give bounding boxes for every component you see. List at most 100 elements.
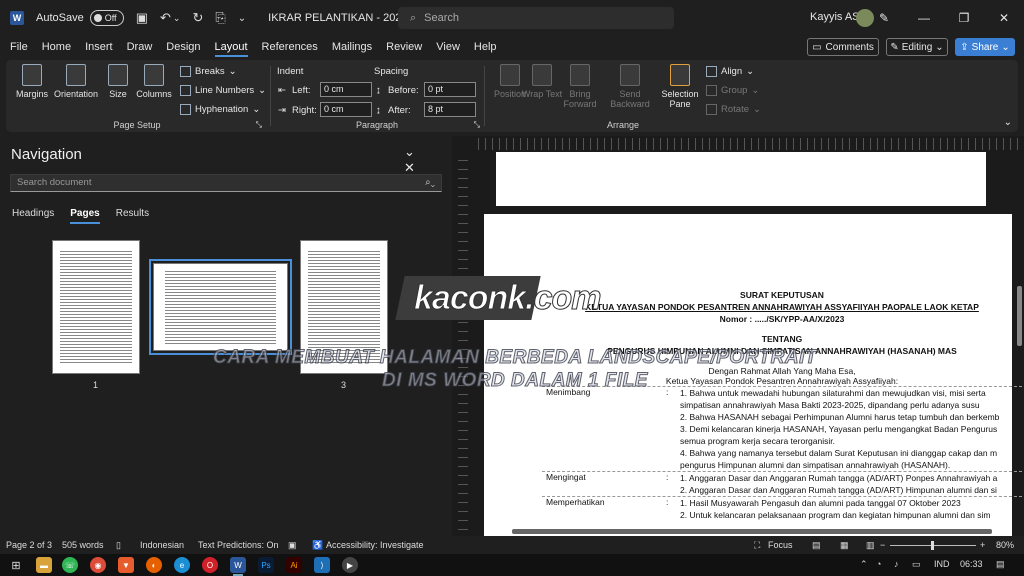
bring-forward-button[interactable]: Bring Forward — [558, 64, 602, 109]
predictions-icon[interactable]: ▣ — [288, 540, 297, 551]
read-mode-icon[interactable]: ▤ — [812, 540, 821, 551]
status-predictions[interactable]: Text Predictions: On — [198, 540, 279, 550]
brave-icon[interactable]: ▼ — [118, 557, 134, 573]
page-thumbnail-1[interactable] — [52, 240, 140, 374]
more-icon[interactable]: ⌄ — [238, 13, 246, 24]
tray-time[interactable]: 06:33 — [960, 559, 983, 569]
notification-icon[interactable]: ▤ — [996, 559, 1005, 570]
vertical-ruler[interactable] — [458, 152, 468, 532]
customize-icon[interactable]: ⎘ — [215, 10, 225, 26]
photoshop-icon[interactable]: Ps — [258, 557, 274, 573]
breaks-button[interactable]: Breaks ⌄ — [180, 66, 237, 77]
volume-icon[interactable]: ♪ — [894, 559, 899, 569]
whatsapp-icon[interactable]: ☏ — [62, 557, 78, 573]
media-player-icon[interactable]: ▶ — [342, 557, 358, 573]
horizontal-scrollbar[interactable] — [512, 529, 992, 534]
accessibility-icon[interactable]: ♿ — [312, 540, 323, 551]
autosave-toggle[interactable]: Off — [89, 10, 124, 26]
menu-review[interactable]: Review — [386, 41, 422, 53]
document-title[interactable]: IKRAR PELANTIKAN - 2023... — [268, 12, 417, 24]
menu-mailings[interactable]: Mailings — [332, 41, 372, 53]
rotate-button[interactable]: Rotate ⌄ — [706, 104, 761, 115]
menu-layout[interactable]: Layout — [214, 41, 248, 57]
margins-button[interactable]: Margins — [10, 64, 54, 99]
search-icon[interactable]: ⌕⌄ — [425, 175, 435, 191]
indent-right-input[interactable]: 0 cm — [320, 102, 372, 117]
firefox-icon[interactable]: ◐ — [146, 557, 162, 573]
opera-icon[interactable]: O — [202, 557, 218, 573]
start-icon[interactable]: ⊞ — [8, 557, 24, 573]
chevron-down-icon[interactable]: ⌄ — [173, 13, 181, 24]
user-name[interactable]: Kayyis AS — [810, 11, 860, 23]
chrome-icon[interactable]: ◉ — [90, 557, 106, 573]
align-button[interactable]: Align ⌄ — [706, 66, 754, 77]
focus-icon[interactable]: ⛶ — [754, 540, 760, 551]
columns-button[interactable]: Columns — [132, 64, 176, 99]
group-button[interactable]: Group ⌄ — [706, 85, 759, 96]
tab-headings[interactable]: Headings — [12, 208, 54, 219]
collapse-ribbon-icon[interactable]: ⌄ — [1004, 117, 1012, 128]
menu-draw[interactable]: Draw — [127, 41, 153, 53]
redo-icon[interactable]: ↻ — [192, 10, 203, 26]
network-icon[interactable]: ◔ — [876, 559, 881, 569]
web-layout-icon[interactable]: ▥ — [866, 540, 875, 551]
illustrator-icon[interactable]: Ai — [286, 557, 302, 573]
row-line: 1. Hasil Musyawarah Pengasuh dan alumni … — [680, 498, 961, 508]
pen-icon[interactable]: ✎ — [864, 11, 904, 25]
selection-pane-button[interactable]: Selection Pane — [658, 64, 702, 109]
close-icon[interactable]: ✕ — [984, 11, 1024, 25]
breaks-icon — [180, 66, 191, 77]
zoom-in-icon[interactable]: + — [980, 540, 985, 550]
page-portrait[interactable] — [496, 152, 986, 206]
restore-icon[interactable]: ❐ — [944, 11, 984, 25]
zoom-out-icon[interactable]: − — [880, 540, 885, 550]
tray-chevron-icon[interactable]: ⌃ — [860, 559, 868, 570]
dialog-launcher-icon[interactable]: ⤡ — [256, 120, 262, 130]
status-language[interactable]: Indonesian — [140, 540, 184, 550]
tab-results[interactable]: Results — [116, 208, 149, 219]
menu-help[interactable]: Help — [474, 41, 497, 53]
file-explorer-icon[interactable]: ▬ — [36, 557, 52, 573]
line-numbers-button[interactable]: Line Numbers ⌄ — [180, 85, 266, 96]
search-box[interactable]: ⌕ Search — [398, 7, 674, 29]
indent-left-input[interactable]: 0 cm — [320, 82, 372, 97]
vscode-icon[interactable]: ⟩ — [314, 557, 330, 573]
share-button[interactable]: ⇪ Share ⌄ — [955, 38, 1015, 56]
horizontal-ruler[interactable] — [472, 138, 1024, 150]
menu-references[interactable]: References — [262, 41, 318, 53]
navigation-search-input[interactable]: Search document ⌕⌄ — [10, 174, 442, 192]
chevron-down-icon[interactable]: ⌄ — [404, 144, 415, 159]
status-words[interactable]: 505 words — [62, 540, 104, 550]
word-taskbar-icon[interactable]: W — [230, 557, 246, 576]
edge-icon[interactable]: e — [174, 557, 190, 573]
status-page[interactable]: Page 2 of 3 — [6, 540, 52, 550]
proofing-icon[interactable]: ▯ — [116, 540, 121, 551]
tray-language[interactable]: IND — [934, 559, 950, 569]
menu-file[interactable]: File — [10, 41, 28, 53]
send-backward-button[interactable]: Send Backward — [608, 64, 652, 109]
save-icon[interactable]: ▣ — [136, 10, 148, 26]
zoom-level[interactable]: 80% — [996, 540, 1014, 550]
minimize-icon[interactable]: — — [904, 11, 944, 25]
undo-icon[interactable]: ↶ — [160, 10, 171, 26]
status-accessibility[interactable]: Accessibility: Investigate — [326, 540, 424, 550]
page-thumbnail-2[interactable] — [149, 259, 292, 355]
menu-view[interactable]: View — [436, 41, 460, 53]
editing-button[interactable]: ✎ Editing ⌄ — [886, 38, 948, 56]
dialog-launcher-icon[interactable]: ⤡ — [474, 120, 480, 130]
print-layout-icon[interactable]: ▦ — [840, 540, 849, 551]
tab-pages[interactable]: Pages — [70, 208, 101, 224]
comments-button[interactable]: ▭ Comments — [807, 38, 879, 56]
spacing-after-input[interactable]: 8 pt — [424, 102, 476, 117]
status-focus[interactable]: Focus — [768, 540, 793, 550]
hyphenation-button[interactable]: Hyphenation ⌄ — [180, 104, 260, 115]
menu-design[interactable]: Design — [166, 41, 200, 53]
menu-home[interactable]: Home — [42, 41, 71, 53]
spacing-before-input[interactable]: 0 pt — [424, 82, 476, 97]
battery-icon[interactable]: ▭ — [912, 559, 921, 570]
margins-label: Margins — [15, 89, 48, 99]
zoom-slider-thumb[interactable] — [931, 541, 934, 550]
orientation-button[interactable]: Orientation — [52, 64, 100, 99]
close-icon[interactable]: ✕ — [404, 160, 415, 175]
menu-insert[interactable]: Insert — [85, 41, 113, 53]
